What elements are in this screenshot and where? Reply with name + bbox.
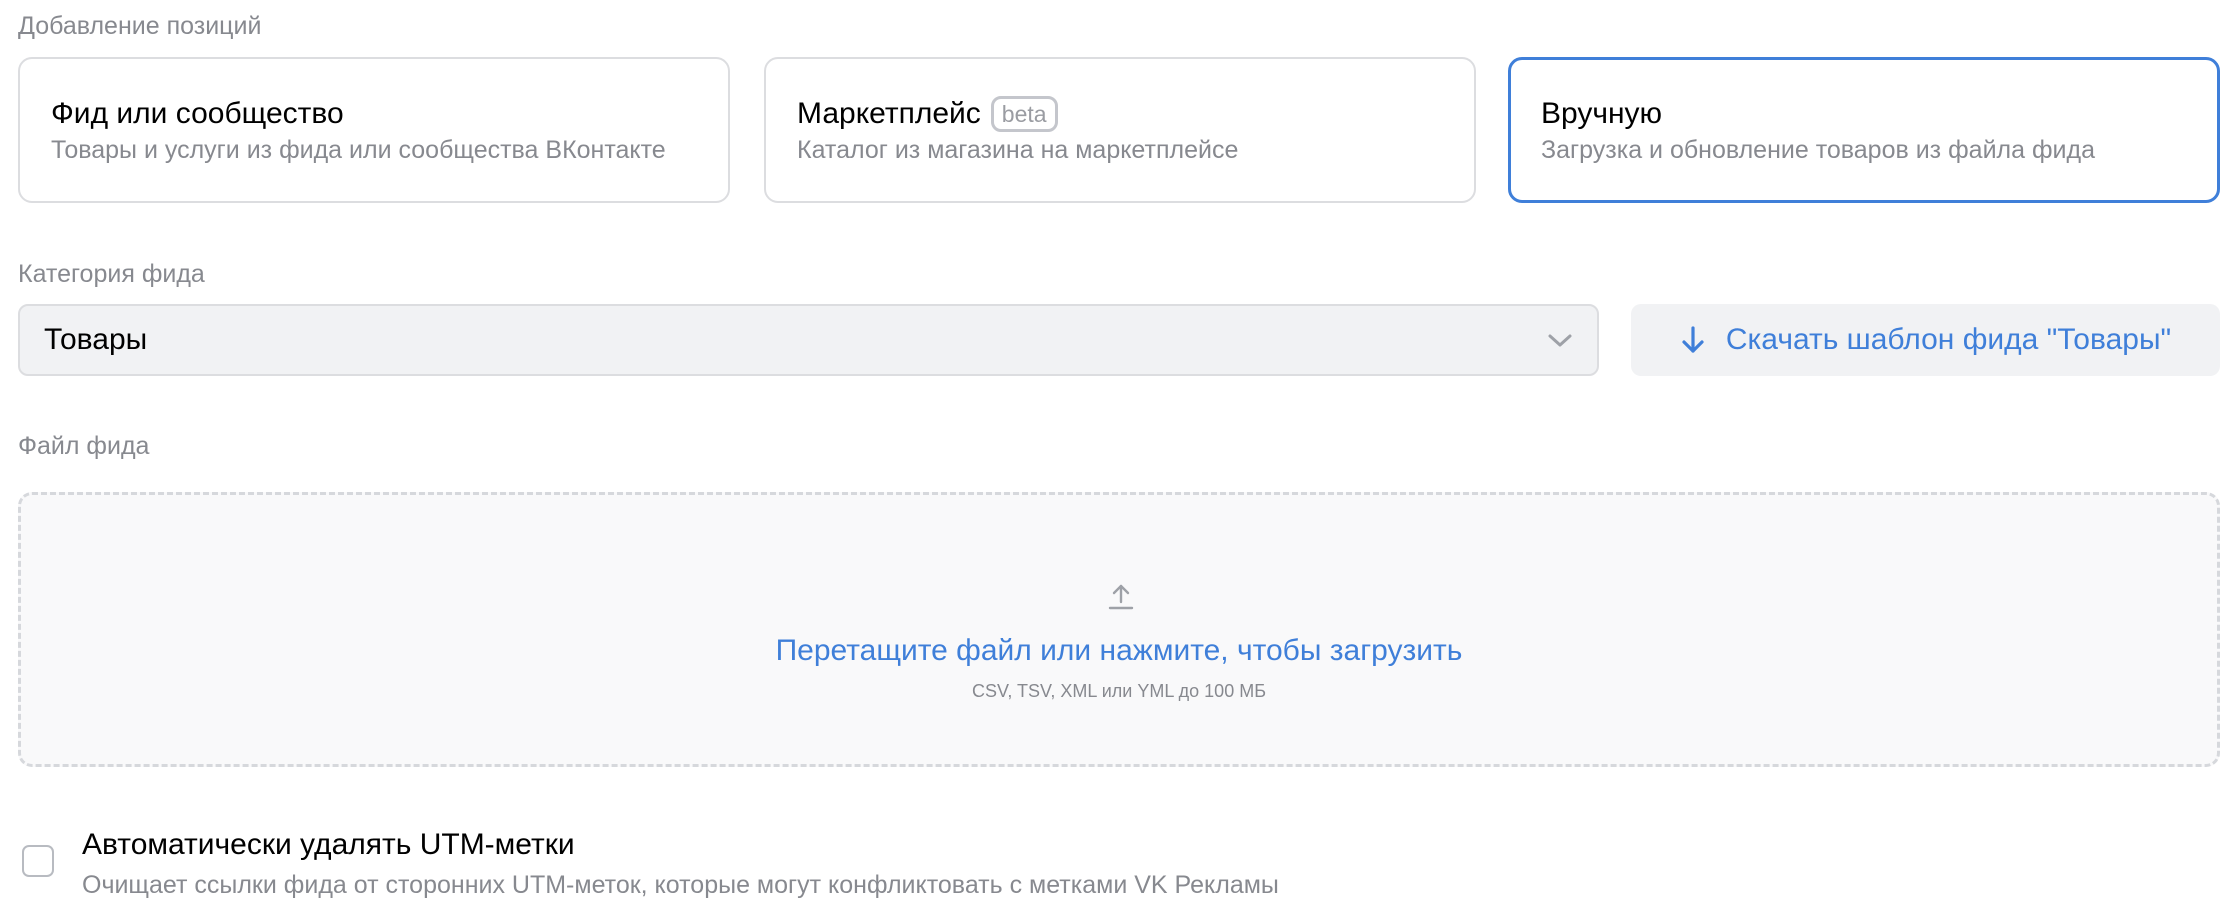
- source-card-marketplace[interactable]: Маркетплейс beta Каталог из магазина на …: [764, 57, 1476, 203]
- remove-utm-checkbox[interactable]: [22, 845, 54, 877]
- download-template-button[interactable]: Скачать шаблон фида "Товары": [1631, 304, 2220, 376]
- download-template-label: Скачать шаблон фида "Товары": [1725, 323, 2172, 356]
- file-dropzone[interactable]: Перетащите файл или нажмите, чтобы загру…: [18, 492, 2220, 767]
- dropzone-hint: CSV, TSV, XML или YML до 100 МБ: [971, 681, 1267, 701]
- source-card-feed-title: Фид или сообщество: [51, 97, 344, 130]
- source-card-marketplace-title-row: Маркетплейс beta: [797, 94, 1450, 134]
- upload-icon: [1108, 584, 1134, 610]
- arrow-down-icon: [1682, 326, 1704, 353]
- beta-badge: beta: [990, 96, 1058, 132]
- source-card-manual-description: Загрузка и обновление товаров из файла ф…: [1541, 136, 2095, 164]
- remove-utm-description: Очищает ссылки фида от сторонних UTM-мет…: [82, 871, 1279, 899]
- chevron-down-icon: [1548, 334, 1572, 347]
- feed-category-select[interactable]: Товары: [18, 304, 1599, 376]
- source-card-manual-title: Вручную: [1541, 97, 1663, 130]
- source-card-manual[interactable]: Вручную Загрузка и обновление товаров из…: [1508, 57, 2220, 203]
- source-card-marketplace-description: Каталог из магазина на маркетплейсе: [797, 136, 1239, 164]
- source-card-marketplace-title: Маркетплейс: [797, 97, 981, 130]
- source-card-feed[interactable]: Фид или сообщество Товары и услуги из фи…: [18, 57, 730, 203]
- feed-category-label: Категория фида: [18, 260, 205, 288]
- source-card-feed-description: Товары и услуги из фида или сообщества В…: [51, 136, 666, 164]
- dropzone-title: Перетащите файл или нажмите, чтобы загру…: [775, 634, 1463, 667]
- feed-category-value: Товары: [44, 323, 148, 356]
- remove-utm-title[interactable]: Автоматически удалять UTM-метки: [82, 828, 575, 862]
- add-positions-label: Добавление позиций: [18, 12, 262, 40]
- feed-file-label: Файл фида: [18, 432, 150, 460]
